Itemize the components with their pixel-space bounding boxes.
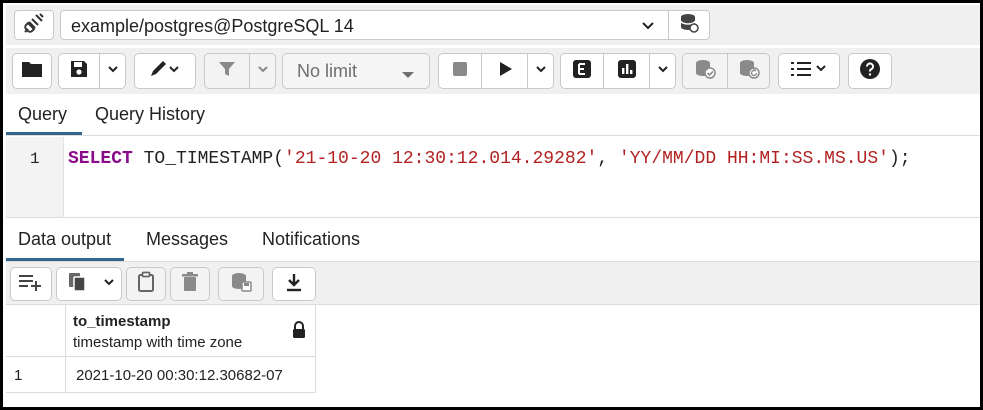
column-type: timestamp with time zone bbox=[73, 334, 243, 351]
sql-string-arg1: '21-10-20 12:30:12.014.29282' bbox=[284, 149, 598, 169]
lock-icon bbox=[292, 321, 306, 344]
tab-messages[interactable]: Messages bbox=[146, 229, 228, 250]
row-number: 1 bbox=[14, 367, 23, 384]
download-button[interactable] bbox=[272, 267, 316, 301]
explain-options-dropdown[interactable] bbox=[649, 54, 675, 88]
edit-dropdown-button[interactable] bbox=[134, 53, 196, 89]
column-header[interactable]: to_timestamp timestamp with time zone bbox=[66, 305, 316, 357]
delete-button[interactable] bbox=[170, 267, 210, 301]
result-grid: to_timestamp timestamp with time zone 1 … bbox=[6, 305, 980, 407]
output-toolbar bbox=[6, 261, 980, 305]
line-number-gutter: 1 bbox=[6, 137, 64, 217]
explain-icon bbox=[572, 59, 592, 84]
transaction-group bbox=[682, 53, 770, 89]
column-name: to_timestamp bbox=[73, 313, 171, 330]
list-icon bbox=[789, 60, 829, 83]
filter-group bbox=[204, 53, 276, 89]
save-data-button[interactable] bbox=[218, 267, 264, 301]
query-tool-window: example/postgres@PostgreSQL 14 No limit … bbox=[0, 0, 983, 410]
macros-dropdown-button[interactable] bbox=[778, 53, 840, 89]
save-file-group bbox=[58, 53, 126, 89]
chevron-down-icon bbox=[535, 62, 547, 80]
help-button[interactable] bbox=[848, 53, 892, 89]
copy-options-dropdown[interactable] bbox=[97, 268, 121, 300]
table-cell[interactable]: 2021-10-20 00:30:12.30682-07 bbox=[66, 357, 316, 393]
filter-button[interactable] bbox=[205, 54, 249, 88]
output-tabs: Data output Messages Notifications bbox=[6, 217, 980, 261]
save-data-icon bbox=[229, 271, 253, 298]
commit-button[interactable] bbox=[683, 54, 727, 88]
chevron-down-icon bbox=[657, 62, 669, 80]
stop-button[interactable] bbox=[439, 54, 481, 88]
tab-query-history[interactable]: Query History bbox=[95, 104, 205, 125]
row-limit-value: No limit bbox=[297, 60, 358, 81]
execute-options-dropdown[interactable] bbox=[527, 54, 553, 88]
copy-button[interactable] bbox=[57, 268, 97, 300]
sql-keyword: SELECT bbox=[68, 149, 133, 169]
caret-down-icon bbox=[401, 67, 415, 85]
play-icon bbox=[496, 60, 514, 83]
folder-icon bbox=[21, 60, 43, 83]
paste-icon bbox=[136, 271, 156, 298]
sql-string-arg2: 'YY/MM/DD HH:MI:SS.MS.US' bbox=[618, 149, 889, 169]
save-file-button[interactable] bbox=[59, 54, 99, 88]
chevron-down-icon bbox=[103, 275, 115, 293]
save-icon bbox=[69, 59, 89, 84]
add-row-icon bbox=[18, 272, 44, 297]
sql-comma: , bbox=[597, 149, 619, 169]
row-limit-select[interactable]: No limit bbox=[282, 53, 430, 89]
copy-icon bbox=[67, 271, 87, 298]
save-options-dropdown[interactable] bbox=[99, 54, 125, 88]
explain-analyze-button[interactable] bbox=[603, 54, 649, 88]
execute-button[interactable] bbox=[481, 54, 527, 88]
query-toolbar: No limit bbox=[6, 48, 980, 94]
query-tabs: Query Query History bbox=[6, 96, 980, 136]
new-connection-button[interactable] bbox=[668, 10, 710, 40]
connection-select[interactable]: example/postgres@PostgreSQL 14 bbox=[60, 10, 670, 40]
execute-group bbox=[438, 53, 554, 89]
trash-icon bbox=[181, 271, 199, 297]
copy-group bbox=[56, 267, 122, 301]
line-number: 1 bbox=[30, 150, 40, 168]
filter-icon bbox=[217, 59, 237, 84]
sql-editor[interactable]: 1 SELECT TO_TIMESTAMP('21-10-20 12:30:12… bbox=[6, 137, 980, 217]
filter-options-dropdown[interactable] bbox=[249, 54, 275, 88]
chevron-down-icon bbox=[257, 62, 269, 80]
connection-plug-icon bbox=[23, 12, 45, 39]
tab-notifications[interactable]: Notifications bbox=[262, 229, 360, 250]
chevron-down-icon bbox=[107, 62, 119, 80]
open-file-button[interactable] bbox=[12, 53, 52, 89]
rollback-button[interactable] bbox=[727, 54, 769, 88]
grid-corner[interactable] bbox=[6, 305, 66, 357]
chevron-down-icon bbox=[641, 18, 655, 37]
chart-icon bbox=[617, 59, 637, 84]
row-number-cell[interactable]: 1 bbox=[6, 357, 66, 393]
commit-icon bbox=[693, 58, 717, 85]
tab-query[interactable]: Query bbox=[18, 104, 67, 125]
active-tab-indicator bbox=[6, 132, 82, 135]
explain-group bbox=[560, 53, 676, 89]
explain-button[interactable] bbox=[561, 54, 603, 88]
sql-end: ); bbox=[888, 149, 911, 169]
pencil-icon bbox=[148, 59, 182, 84]
cell-value: 2021-10-20 00:30:12.30682-07 bbox=[76, 367, 283, 384]
tab-data-output[interactable]: Data output bbox=[18, 229, 111, 250]
paste-button[interactable] bbox=[126, 267, 166, 301]
sql-function: TO_TIMESTAMP( bbox=[132, 149, 285, 169]
help-icon bbox=[859, 58, 881, 85]
download-icon bbox=[284, 272, 304, 297]
add-row-button[interactable] bbox=[10, 267, 52, 301]
connection-status-button[interactable] bbox=[14, 10, 54, 40]
connection-bar: example/postgres@PostgreSQL 14 bbox=[6, 5, 980, 45]
rollback-icon bbox=[737, 58, 761, 85]
stop-icon bbox=[451, 60, 469, 83]
connection-label: example/postgres@PostgreSQL 14 bbox=[71, 16, 354, 36]
database-stack-icon bbox=[678, 12, 700, 39]
sql-code-line: SELECT TO_TIMESTAMP('21-10-20 12:30:12.0… bbox=[68, 149, 911, 169]
